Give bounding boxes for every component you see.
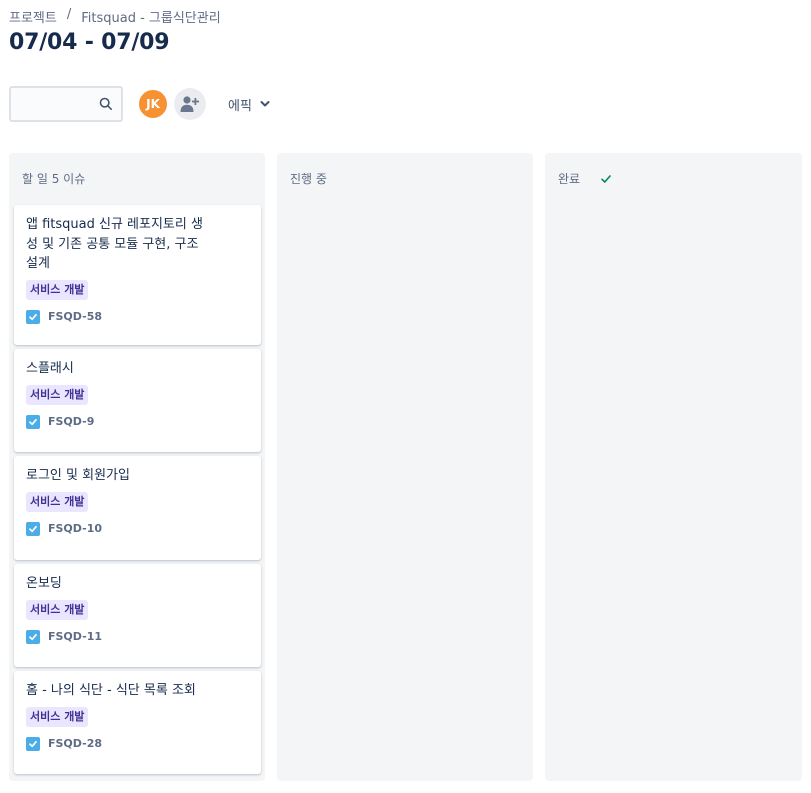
card-summary: 로그인 및 회원가입 — [26, 468, 130, 483]
column-in-progress: 진행 중 — [277, 153, 533, 781]
breadcrumb-projects-link[interactable]: 프로젝트 — [9, 7, 57, 26]
page-title: 07/04 - 07/09 — [9, 30, 170, 55]
task-checkbox-icon — [26, 629, 40, 644]
task-checkbox-icon — [26, 521, 40, 536]
add-member-button[interactable] — [174, 88, 206, 120]
avatar[interactable]: JK — [137, 88, 169, 120]
column-header: 완료 — [558, 170, 612, 187]
issue-key[interactable]: FSQD-11 — [48, 630, 102, 643]
column-header: 할 일 5 이슈 — [22, 170, 85, 187]
issue-card[interactable]: 스플래시 서비스 개발 FSQD-9 — [14, 349, 261, 452]
column-title: 할 일 5 이슈 — [22, 172, 86, 186]
breadcrumb-separator: / — [66, 7, 72, 22]
card-summary-line: 설계 — [26, 256, 50, 271]
check-icon — [601, 174, 611, 183]
breadcrumb-board-link[interactable]: Fitsquad - 그룹식단관리 — [81, 7, 220, 26]
epic-label[interactable]: 서비스 개발 — [26, 279, 89, 300]
card-summary: 홈 - 나의 식단 - 식단 목록 조회 — [26, 683, 196, 698]
issue-card[interactable]: 홈 - 나의 식단 - 식단 목록 조회 서비스 개발 FSQD-28 — [14, 671, 261, 774]
issue-key[interactable]: FSQD-10 — [48, 522, 102, 535]
card-summary: 온보딩 — [26, 576, 62, 591]
epic-label[interactable]: 서비스 개발 — [26, 706, 89, 727]
epic-filter-dropdown[interactable]: 에픽 — [220, 89, 278, 119]
issue-key[interactable]: FSQD-28 — [48, 737, 102, 750]
column-todo: 할 일 5 이슈 앱 fitsquad 신규 레포지토리 생 성 및 기존 공통… — [9, 153, 265, 781]
epic-filter-label: 에픽 — [228, 98, 252, 114]
column-title: 완료 — [558, 172, 581, 186]
task-checkbox-icon — [26, 309, 40, 324]
issue-key[interactable]: FSQD-9 — [48, 415, 94, 428]
card-summary-line: 앱 fitsquad 신규 레포지토리 생 — [26, 217, 203, 232]
epic-label[interactable]: 서비스 개발 — [26, 491, 89, 512]
epic-label[interactable]: 서비스 개발 — [26, 384, 89, 405]
search-box[interactable] — [9, 86, 123, 122]
breadcrumb: 프로젝트 / Fitsquad - 그룹식단관리 — [9, 7, 221, 26]
issue-card[interactable]: 앱 fitsquad 신규 레포지토리 생 성 및 기존 공통 모듈 구현, 구… — [14, 205, 261, 345]
column-header: 진행 중 — [290, 170, 327, 187]
column-title: 진행 중 — [290, 172, 327, 186]
card-summary: 앱 fitsquad 신규 레포지토리 생 성 및 기존 공통 모듈 구현, 구… — [26, 215, 249, 274]
issue-card[interactable]: 온보딩 서비스 개발 FSQD-11 — [14, 564, 261, 667]
add-person-icon — [180, 96, 199, 112]
search-icon — [99, 97, 113, 111]
epic-label[interactable]: 서비스 개발 — [26, 599, 89, 620]
card-summary: 스플래시 — [26, 361, 74, 376]
issue-card[interactable]: 로그인 및 회원가입 서비스 개발 FSQD-10 — [14, 456, 261, 560]
issue-key[interactable]: FSQD-58 — [48, 310, 102, 323]
chevron-down-icon — [260, 101, 270, 107]
column-done: 완료 — [545, 153, 802, 781]
task-checkbox-icon — [26, 736, 40, 751]
card-summary-line: 성 및 기존 공통 모듈 구현, 구조 — [26, 236, 199, 252]
task-checkbox-icon — [26, 414, 40, 429]
